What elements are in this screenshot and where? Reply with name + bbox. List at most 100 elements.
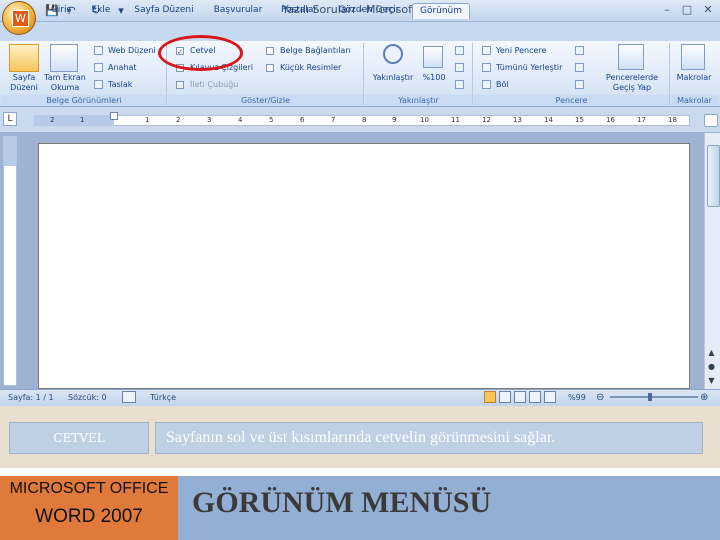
taslak-icon [94, 80, 103, 89]
page-width-icon[interactable] [455, 80, 464, 89]
side-by-side-icon[interactable] [575, 46, 584, 55]
ruler-tick: 10 [420, 116, 429, 124]
outline-view-icon[interactable] [529, 391, 541, 403]
ruler-tick: 14 [544, 116, 553, 124]
tab-giris[interactable]: Giriş [44, 3, 78, 19]
group-label-makrolar: Makrolar [671, 95, 718, 106]
zoom-slider-knob[interactable] [648, 393, 652, 401]
prev-page-icon[interactable]: ▲ [706, 348, 717, 358]
brand-line-1: MICROSOFT OFFICE [9, 480, 169, 497]
ruler-tick: 4 [238, 116, 243, 124]
tam-ekran-okuma-label: Tam Ekran Okuma [44, 73, 86, 92]
menu-title: GÖRÜNÜM MENÜSÜ [192, 486, 492, 519]
view-ruler-toggle-icon[interactable] [704, 114, 718, 127]
office-button[interactable]: W [2, 1, 36, 35]
ruler-tick: 13 [513, 116, 522, 124]
zoom-level[interactable]: %99 [568, 392, 586, 403]
maximize-button[interactable]: □ [676, 2, 698, 18]
vertical-ruler[interactable] [3, 136, 17, 386]
ruler-tick: 7 [331, 116, 336, 124]
group-label-belge-gorunumleri: Belge Görünümleri [2, 95, 166, 106]
ileti-cubugu-label[interactable]: İleti Çubuğu [190, 80, 238, 90]
web-duzeni-button[interactable]: Web Düzeni [108, 46, 156, 56]
full-screen-view-icon[interactable] [499, 391, 511, 403]
minimize-button[interactable]: – [656, 2, 678, 18]
tab-postalar[interactable]: Postalar [276, 3, 322, 19]
tab-ekle[interactable]: Ekle [86, 3, 116, 19]
brand-line-2: WORD 2007 [35, 506, 143, 527]
yeni-pencere-button[interactable]: Yeni Pencere [496, 46, 546, 56]
ruler-tick: 2 [50, 116, 55, 124]
draft-view-icon[interactable] [544, 391, 556, 403]
tumunu-yerlestir-icon [482, 63, 491, 72]
bol-icon [482, 80, 491, 89]
group-label-pencere: Pencere [474, 95, 669, 106]
page-count-status[interactable]: Sayfa: 1 / 1 [8, 392, 54, 403]
ruler-tick: 1 [80, 116, 85, 124]
switch-windows-icon[interactable] [618, 44, 644, 70]
browse-object-icon[interactable]: ● [706, 362, 717, 372]
tab-sayfa-duzeni[interactable]: Sayfa Düzeni [128, 3, 200, 19]
magnifier-icon[interactable] [383, 44, 403, 64]
word-count-status[interactable]: Sözcük: 0 [68, 392, 107, 403]
ruler-tick: 9 [392, 116, 397, 124]
zoom-out-icon[interactable]: ⊖ [596, 392, 604, 403]
next-page-icon[interactable]: ▼ [706, 376, 717, 386]
sayfa-duzeni-view-button[interactable] [9, 44, 39, 72]
tab-gozden-gecir[interactable]: Gözden Geçir [336, 3, 402, 19]
close-button[interactable]: ✕ [697, 2, 719, 18]
cetvel-highlight-circle [158, 35, 243, 71]
sayfa-duzeni-label: Sayfa Düzeni [10, 73, 38, 92]
ruler-tick: 3 [207, 116, 212, 124]
tab-gorunum[interactable]: Görünüm [412, 3, 470, 19]
ruler-tick: 18 [668, 116, 677, 124]
zoom-in-icon[interactable]: ⊕ [700, 392, 708, 403]
indent-marker-icon[interactable] [110, 112, 118, 120]
makrolar-button[interactable]: Makrolar [671, 73, 717, 83]
anahat-icon [94, 63, 103, 72]
belge-baglantilari-label[interactable]: Belge Bağlantıları [280, 46, 351, 56]
tumunu-yerlestir-button[interactable]: Tümünü Yerleştir [496, 63, 562, 73]
tab-stop-selector[interactable]: L [3, 112, 17, 126]
web-layout-view-icon[interactable] [514, 391, 526, 403]
kucuk-resimler-label[interactable]: Küçük Resimler [280, 63, 341, 73]
ruler-tick: 17 [637, 116, 646, 124]
one-page-icon[interactable] [455, 46, 464, 55]
pencerelerde-gecis-button[interactable]: Pencerelerde Geçiş Yap [600, 73, 664, 93]
ruler-margin-area [34, 115, 114, 126]
description-box: Sayfanın sol ve üst kısımlarında cetveli… [155, 422, 703, 454]
sync-scroll-icon[interactable] [575, 63, 584, 72]
web-duzeni-icon [94, 46, 103, 55]
term-box: CETVEL [9, 422, 149, 454]
makrolar-icon[interactable] [681, 44, 705, 70]
reset-window-icon[interactable] [575, 80, 584, 89]
divider [0, 468, 720, 476]
vertical-ruler-margin [3, 136, 17, 166]
zoom-100-button[interactable]: %100 [420, 73, 448, 83]
two-pages-icon[interactable] [455, 63, 464, 72]
belge-baglantilari-checkbox[interactable] [266, 47, 274, 55]
page-zoom-icon [423, 46, 443, 68]
document-page[interactable] [38, 143, 690, 389]
proofing-icon[interactable] [122, 391, 136, 403]
kucuk-resimler-checkbox[interactable] [266, 64, 274, 72]
ruler-tick: 5 [269, 116, 274, 124]
tab-basvurular[interactable]: Başvurular [212, 3, 264, 19]
ruler-tick: 12 [482, 116, 491, 124]
language-status[interactable]: Türkçe [150, 392, 176, 403]
scrollbar-thumb[interactable] [707, 145, 720, 207]
ileti-cubugu-checkbox[interactable] [176, 81, 184, 89]
group-label-goster-gizle: Göster/Gizle [168, 95, 363, 106]
ruler-tick: 15 [575, 116, 584, 124]
bol-button[interactable]: Böl [496, 80, 509, 90]
zoom-slider[interactable] [610, 396, 698, 398]
yeni-pencere-icon [482, 46, 491, 55]
anahat-button[interactable]: Anahat [108, 63, 137, 73]
print-layout-view-icon[interactable] [484, 391, 496, 403]
ruler-tick: 16 [606, 116, 615, 124]
yakinlastir-button[interactable]: Yakınlaştır [368, 73, 418, 83]
tam-ekran-okuma-button[interactable] [50, 44, 78, 72]
ruler-tick: 11 [451, 116, 460, 124]
quick-access-more-icon[interactable]: ▾ [116, 3, 126, 18]
taslak-button[interactable]: Taslak [108, 80, 132, 90]
